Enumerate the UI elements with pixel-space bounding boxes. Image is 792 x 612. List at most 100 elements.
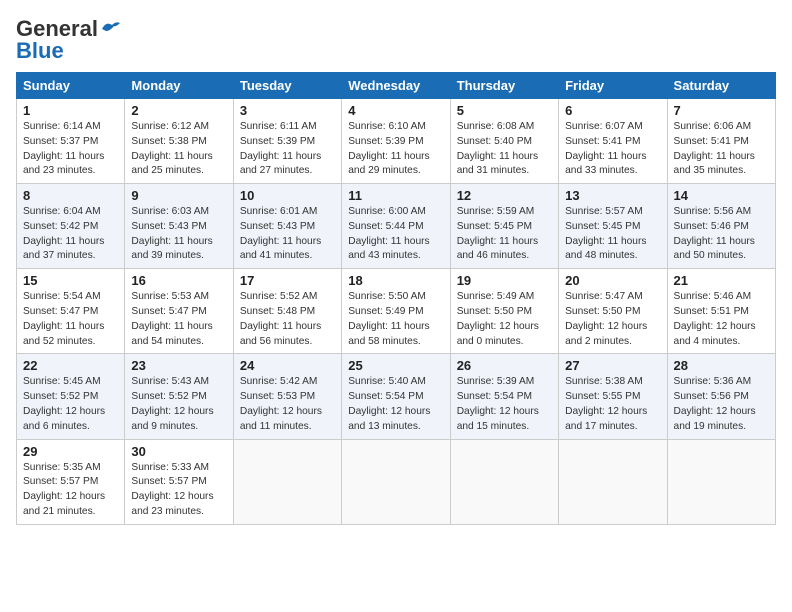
day-info: Sunrise: 6:01 AMSunset: 5:43 PMDaylight:… bbox=[240, 205, 335, 264]
calendar-cell: 15 Sunrise: 5:54 AMSunset: 5:47 PMDaylig… bbox=[17, 269, 125, 354]
day-info: Sunrise: 5:42 AMSunset: 5:53 PMDaylight:… bbox=[240, 375, 335, 434]
day-info: Sunrise: 6:10 AMSunset: 5:39 PMDaylight:… bbox=[348, 120, 443, 179]
day-number: 2 bbox=[131, 103, 226, 118]
day-number: 12 bbox=[457, 188, 552, 203]
day-info: Sunrise: 6:03 AMSunset: 5:43 PMDaylight:… bbox=[131, 205, 226, 264]
calendar-cell bbox=[667, 439, 775, 524]
calendar-cell bbox=[450, 439, 558, 524]
calendar-cell: 26 Sunrise: 5:39 AMSunset: 5:54 PMDaylig… bbox=[450, 354, 558, 439]
day-number: 7 bbox=[674, 103, 769, 118]
column-header-wednesday: Wednesday bbox=[342, 73, 450, 99]
day-number: 1 bbox=[23, 103, 118, 118]
day-number: 13 bbox=[565, 188, 660, 203]
day-info: Sunrise: 5:45 AMSunset: 5:52 PMDaylight:… bbox=[23, 375, 118, 434]
day-info: Sunrise: 6:04 AMSunset: 5:42 PMDaylight:… bbox=[23, 205, 118, 264]
column-header-monday: Monday bbox=[125, 73, 233, 99]
calendar-cell: 11 Sunrise: 6:00 AMSunset: 5:44 PMDaylig… bbox=[342, 184, 450, 269]
calendar-week-1: 1 Sunrise: 6:14 AMSunset: 5:37 PMDayligh… bbox=[17, 99, 776, 184]
calendar-cell: 5 Sunrise: 6:08 AMSunset: 5:40 PMDayligh… bbox=[450, 99, 558, 184]
calendar-cell: 29 Sunrise: 5:35 AMSunset: 5:57 PMDaylig… bbox=[17, 439, 125, 524]
calendar-week-5: 29 Sunrise: 5:35 AMSunset: 5:57 PMDaylig… bbox=[17, 439, 776, 524]
column-header-thursday: Thursday bbox=[450, 73, 558, 99]
column-header-friday: Friday bbox=[559, 73, 667, 99]
day-info: Sunrise: 5:57 AMSunset: 5:45 PMDaylight:… bbox=[565, 205, 660, 264]
day-info: Sunrise: 6:00 AMSunset: 5:44 PMDaylight:… bbox=[348, 205, 443, 264]
day-info: Sunrise: 5:50 AMSunset: 5:49 PMDaylight:… bbox=[348, 290, 443, 349]
day-number: 14 bbox=[674, 188, 769, 203]
day-info: Sunrise: 5:53 AMSunset: 5:47 PMDaylight:… bbox=[131, 290, 226, 349]
calendar-cell: 4 Sunrise: 6:10 AMSunset: 5:39 PMDayligh… bbox=[342, 99, 450, 184]
calendar-cell: 3 Sunrise: 6:11 AMSunset: 5:39 PMDayligh… bbox=[233, 99, 341, 184]
day-number: 30 bbox=[131, 444, 226, 459]
day-number: 17 bbox=[240, 273, 335, 288]
day-number: 25 bbox=[348, 358, 443, 373]
calendar-cell: 10 Sunrise: 6:01 AMSunset: 5:43 PMDaylig… bbox=[233, 184, 341, 269]
calendar-cell: 18 Sunrise: 5:50 AMSunset: 5:49 PMDaylig… bbox=[342, 269, 450, 354]
day-info: Sunrise: 5:52 AMSunset: 5:48 PMDaylight:… bbox=[240, 290, 335, 349]
day-info: Sunrise: 5:59 AMSunset: 5:45 PMDaylight:… bbox=[457, 205, 552, 264]
calendar-cell bbox=[342, 439, 450, 524]
logo: General Blue bbox=[16, 16, 122, 64]
calendar-cell: 1 Sunrise: 6:14 AMSunset: 5:37 PMDayligh… bbox=[17, 99, 125, 184]
day-info: Sunrise: 5:43 AMSunset: 5:52 PMDaylight:… bbox=[131, 375, 226, 434]
day-number: 9 bbox=[131, 188, 226, 203]
calendar-cell: 19 Sunrise: 5:49 AMSunset: 5:50 PMDaylig… bbox=[450, 269, 558, 354]
day-number: 22 bbox=[23, 358, 118, 373]
day-number: 8 bbox=[23, 188, 118, 203]
calendar-cell: 6 Sunrise: 6:07 AMSunset: 5:41 PMDayligh… bbox=[559, 99, 667, 184]
logo-bird-icon bbox=[100, 19, 122, 37]
column-header-tuesday: Tuesday bbox=[233, 73, 341, 99]
day-number: 5 bbox=[457, 103, 552, 118]
day-info: Sunrise: 5:47 AMSunset: 5:50 PMDaylight:… bbox=[565, 290, 660, 349]
calendar: SundayMondayTuesdayWednesdayThursdayFrid… bbox=[16, 72, 776, 525]
day-info: Sunrise: 6:06 AMSunset: 5:41 PMDaylight:… bbox=[674, 120, 769, 179]
calendar-cell: 9 Sunrise: 6:03 AMSunset: 5:43 PMDayligh… bbox=[125, 184, 233, 269]
day-info: Sunrise: 5:56 AMSunset: 5:46 PMDaylight:… bbox=[674, 205, 769, 264]
calendar-cell: 28 Sunrise: 5:36 AMSunset: 5:56 PMDaylig… bbox=[667, 354, 775, 439]
day-info: Sunrise: 6:12 AMSunset: 5:38 PMDaylight:… bbox=[131, 120, 226, 179]
calendar-cell: 24 Sunrise: 5:42 AMSunset: 5:53 PMDaylig… bbox=[233, 354, 341, 439]
day-number: 21 bbox=[674, 273, 769, 288]
day-info: Sunrise: 6:07 AMSunset: 5:41 PMDaylight:… bbox=[565, 120, 660, 179]
day-number: 23 bbox=[131, 358, 226, 373]
day-number: 11 bbox=[348, 188, 443, 203]
calendar-cell: 20 Sunrise: 5:47 AMSunset: 5:50 PMDaylig… bbox=[559, 269, 667, 354]
day-number: 26 bbox=[457, 358, 552, 373]
day-number: 28 bbox=[674, 358, 769, 373]
calendar-header-row: SundayMondayTuesdayWednesdayThursdayFrid… bbox=[17, 73, 776, 99]
day-info: Sunrise: 5:54 AMSunset: 5:47 PMDaylight:… bbox=[23, 290, 118, 349]
calendar-cell: 16 Sunrise: 5:53 AMSunset: 5:47 PMDaylig… bbox=[125, 269, 233, 354]
day-info: Sunrise: 5:33 AMSunset: 5:57 PMDaylight:… bbox=[131, 461, 226, 520]
day-info: Sunrise: 6:14 AMSunset: 5:37 PMDaylight:… bbox=[23, 120, 118, 179]
day-number: 19 bbox=[457, 273, 552, 288]
day-number: 10 bbox=[240, 188, 335, 203]
column-header-saturday: Saturday bbox=[667, 73, 775, 99]
calendar-cell: 2 Sunrise: 6:12 AMSunset: 5:38 PMDayligh… bbox=[125, 99, 233, 184]
day-info: Sunrise: 5:46 AMSunset: 5:51 PMDaylight:… bbox=[674, 290, 769, 349]
calendar-cell: 25 Sunrise: 5:40 AMSunset: 5:54 PMDaylig… bbox=[342, 354, 450, 439]
calendar-cell: 22 Sunrise: 5:45 AMSunset: 5:52 PMDaylig… bbox=[17, 354, 125, 439]
calendar-cell bbox=[559, 439, 667, 524]
calendar-week-3: 15 Sunrise: 5:54 AMSunset: 5:47 PMDaylig… bbox=[17, 269, 776, 354]
day-info: Sunrise: 5:35 AMSunset: 5:57 PMDaylight:… bbox=[23, 461, 118, 520]
day-number: 24 bbox=[240, 358, 335, 373]
calendar-cell: 13 Sunrise: 5:57 AMSunset: 5:45 PMDaylig… bbox=[559, 184, 667, 269]
day-info: Sunrise: 5:38 AMSunset: 5:55 PMDaylight:… bbox=[565, 375, 660, 434]
day-info: Sunrise: 6:08 AMSunset: 5:40 PMDaylight:… bbox=[457, 120, 552, 179]
day-info: Sunrise: 5:40 AMSunset: 5:54 PMDaylight:… bbox=[348, 375, 443, 434]
calendar-cell: 8 Sunrise: 6:04 AMSunset: 5:42 PMDayligh… bbox=[17, 184, 125, 269]
day-number: 6 bbox=[565, 103, 660, 118]
calendar-cell: 23 Sunrise: 5:43 AMSunset: 5:52 PMDaylig… bbox=[125, 354, 233, 439]
day-number: 15 bbox=[23, 273, 118, 288]
calendar-cell: 7 Sunrise: 6:06 AMSunset: 5:41 PMDayligh… bbox=[667, 99, 775, 184]
day-number: 27 bbox=[565, 358, 660, 373]
calendar-week-4: 22 Sunrise: 5:45 AMSunset: 5:52 PMDaylig… bbox=[17, 354, 776, 439]
calendar-cell: 12 Sunrise: 5:59 AMSunset: 5:45 PMDaylig… bbox=[450, 184, 558, 269]
logo-blue: Blue bbox=[16, 38, 64, 64]
column-header-sunday: Sunday bbox=[17, 73, 125, 99]
calendar-cell: 14 Sunrise: 5:56 AMSunset: 5:46 PMDaylig… bbox=[667, 184, 775, 269]
day-info: Sunrise: 5:49 AMSunset: 5:50 PMDaylight:… bbox=[457, 290, 552, 349]
day-number: 4 bbox=[348, 103, 443, 118]
day-number: 16 bbox=[131, 273, 226, 288]
day-info: Sunrise: 6:11 AMSunset: 5:39 PMDaylight:… bbox=[240, 120, 335, 179]
